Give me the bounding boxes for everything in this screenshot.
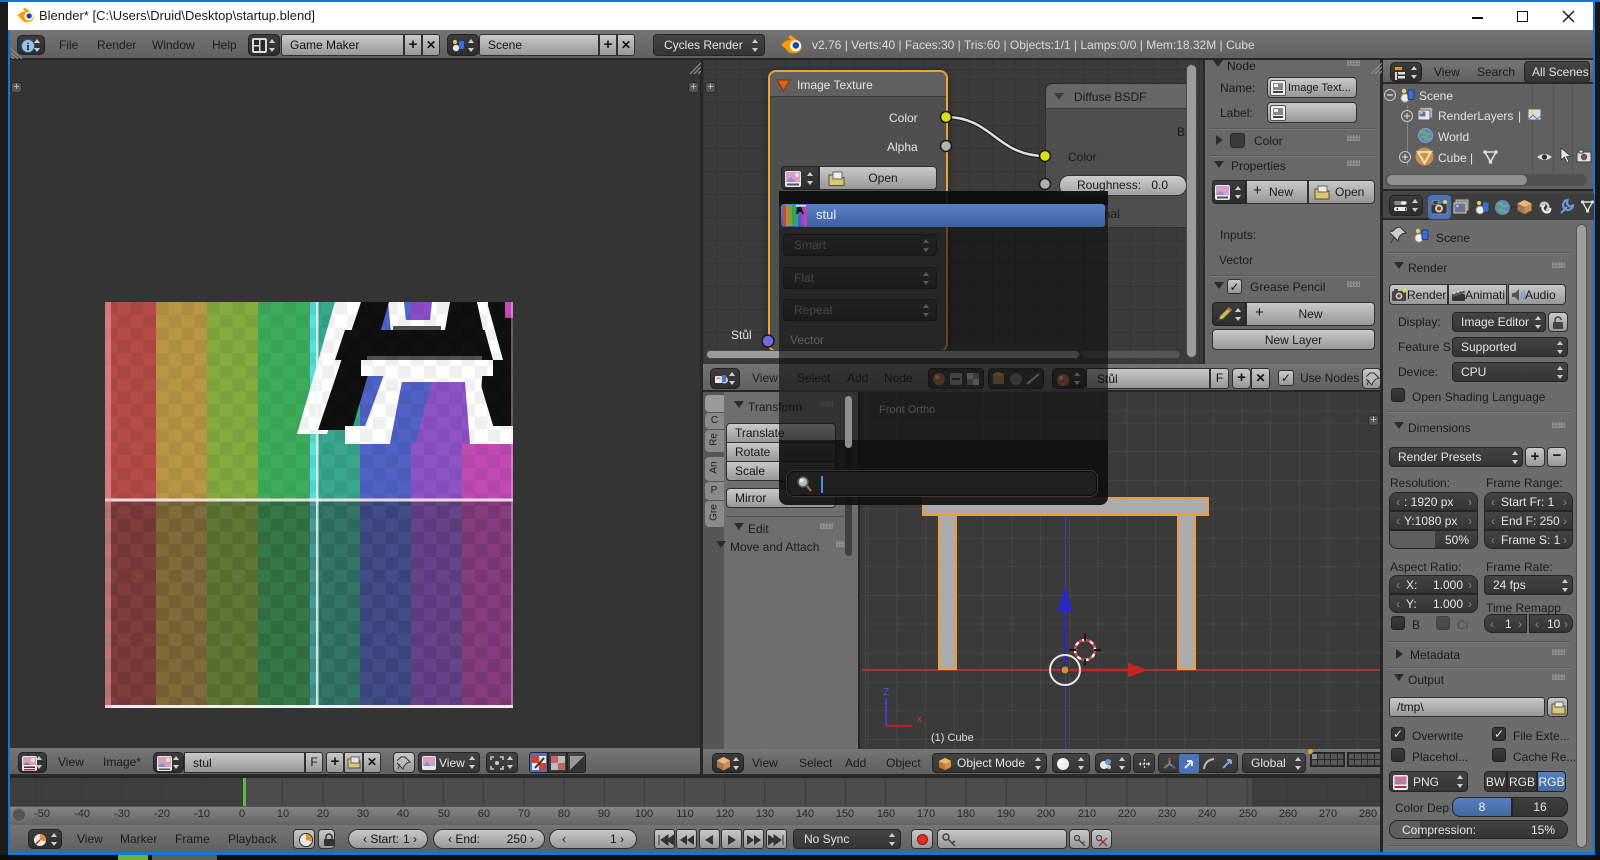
svg-text:i: i [26,41,29,53]
svg-text:Z: Z [883,687,889,698]
svg-text:x: x [917,714,922,725]
